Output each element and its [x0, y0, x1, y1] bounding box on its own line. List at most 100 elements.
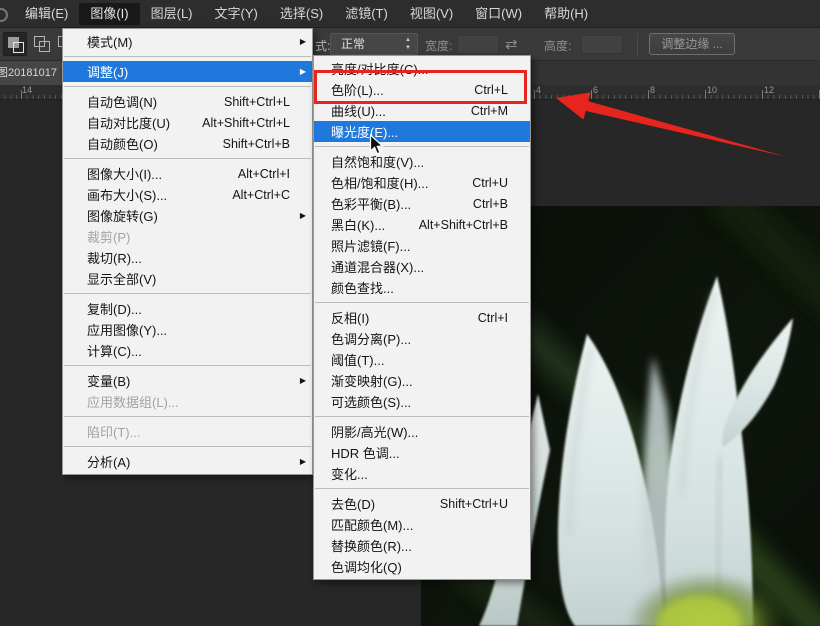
menu-item-label: 黑白(K)... — [331, 215, 385, 234]
select-arrows-icon: ▲▼ — [405, 36, 411, 52]
refine-edge-button[interactable]: 调整边缘 ... — [649, 33, 735, 55]
menu-item-label: 通道混合器(X)... — [331, 257, 424, 276]
ruler-number: 14 — [22, 85, 32, 95]
photoshop-window: 编辑(E) 图像(I) 图层(L) 文字(Y) 选择(S) 滤镜(T) 视图(V… — [0, 0, 820, 626]
menu-separator — [315, 302, 529, 303]
menu-item[interactable]: 阴影/高光(W)... — [314, 421, 530, 442]
menubar-item[interactable]: 文字(Y) — [204, 3, 269, 25]
menu-item[interactable]: 曝光度(E)... — [314, 121, 530, 142]
menu-item-label: 匹配颜色(M)... — [331, 515, 413, 534]
menu-item[interactable]: 自然饱和度(V)... — [314, 151, 530, 172]
menu-item[interactable]: 阈值(T)... — [314, 349, 530, 370]
menubar-item-label: 滤镜(T) — [345, 6, 388, 21]
menu-item-label: 分析(A) — [87, 452, 130, 471]
adjustments-submenu: 亮度/对比度(C)... 色阶(L)... Ctrl+L 曲线(U)... Ct… — [313, 55, 531, 580]
menu-item-shortcut: Shift+Ctrl+U — [440, 497, 513, 511]
new-selection-icon[interactable] — [3, 32, 27, 56]
menu-item[interactable]: 黑白(K)... Alt+Shift+Ctrl+B — [314, 214, 530, 235]
menubar-item[interactable]: 滤镜(T) — [334, 3, 399, 25]
menu-item-label: 计算(C)... — [87, 341, 142, 360]
menu-separator — [315, 488, 529, 489]
menu-item[interactable]: 显示全部(V) — [63, 268, 312, 289]
menubar-item[interactable]: 视图(V) — [399, 3, 464, 25]
submenu-arrow-icon: ▶ — [295, 211, 306, 220]
menu-item[interactable]: 模式(M) ▶ — [63, 31, 312, 52]
menu-item[interactable]: HDR 色调... — [314, 442, 530, 463]
menu-item-label: 照片滤镜(F)... — [331, 236, 410, 255]
height-input[interactable] — [581, 35, 623, 54]
swap-width-height-icon[interactable]: ⇄ — [505, 35, 518, 53]
menu-item[interactable]: 反相(I) Ctrl+I — [314, 307, 530, 328]
menubar-item[interactable]: 图层(L) — [140, 3, 204, 25]
menu-item[interactable]: 替换颜色(R)... — [314, 535, 530, 556]
menubar-item[interactable]: 选择(S) — [269, 3, 334, 25]
mouse-cursor-icon — [369, 134, 384, 156]
menu-item-label: 陷印(T)... — [87, 422, 140, 441]
style-select[interactable]: 正常 ▲▼ — [330, 33, 418, 55]
menu-item[interactable]: 应用数据组(L)... — [63, 391, 312, 412]
add-to-selection-icon[interactable] — [30, 32, 54, 56]
menubar: 编辑(E) 图像(I) 图层(L) 文字(Y) 选择(S) 滤镜(T) 视图(V… — [0, 0, 820, 28]
menu-item[interactable]: 色相/饱和度(H)... Ctrl+U — [314, 172, 530, 193]
menu-item[interactable]: 变量(B) ▶ — [63, 370, 312, 391]
menu-item-label: 显示全部(V) — [87, 269, 156, 288]
menu-item[interactable]: 照片滤镜(F)... — [314, 235, 530, 256]
menu-item[interactable]: 色彩平衡(B)... Ctrl+B — [314, 193, 530, 214]
menu-separator — [64, 86, 311, 87]
menubar-item-label: 文字(Y) — [215, 6, 258, 21]
document-tab[interactable]: 图20181017 — [0, 61, 62, 85]
menu-item[interactable]: 裁剪(P) — [63, 226, 312, 247]
menu-item[interactable]: 画布大小(S)... Alt+Ctrl+C — [63, 184, 312, 205]
menu-item-label: 裁切(R)... — [87, 248, 142, 267]
menu-item[interactable]: 匹配颜色(M)... — [314, 514, 530, 535]
menubar-item[interactable]: 编辑(E) — [14, 3, 79, 25]
menu-item-label: 应用图像(Y)... — [87, 320, 167, 339]
annotation-red-box — [314, 70, 527, 104]
menu-item-label: 图像大小(I)... — [87, 164, 162, 183]
menu-item-shortcut: Shift+Ctrl+L — [224, 95, 295, 109]
menu-item-shortcut: Ctrl+M — [471, 104, 513, 118]
menu-item[interactable]: 调整(J) ▶ — [63, 61, 312, 82]
menu-item[interactable]: 色调分离(P)... — [314, 328, 530, 349]
height-label: 高度: — [544, 37, 571, 54]
menubar-item-label: 选择(S) — [280, 6, 323, 21]
menu-item-shortcut: Ctrl+B — [473, 197, 513, 211]
width-input[interactable] — [457, 35, 499, 54]
menu-item-label: 颜色查找... — [331, 278, 394, 297]
menu-item[interactable]: 分析(A) ▶ — [63, 451, 312, 472]
menu-item-label: 裁剪(P) — [87, 227, 130, 246]
menu-item[interactable]: 去色(D) Shift+Ctrl+U — [314, 493, 530, 514]
menu-item[interactable]: 颜色查找... — [314, 277, 530, 298]
menu-item[interactable]: 可选颜色(S)... — [314, 391, 530, 412]
menubar-item-label: 图像(I) — [90, 6, 128, 21]
width-label: 宽度: — [425, 37, 452, 54]
app-icon-fragment — [0, 8, 8, 22]
menu-item[interactable]: 图像大小(I)... Alt+Ctrl+I — [63, 163, 312, 184]
style-label: 式: — [315, 37, 330, 54]
menu-item[interactable]: 自动对比度(U) Alt+Shift+Ctrl+L — [63, 112, 312, 133]
menu-item[interactable]: 图像旋转(G) ▶ — [63, 205, 312, 226]
menu-item-shortcut: Shift+Ctrl+B — [223, 137, 295, 151]
menubar-item[interactable]: 图像(I) — [79, 3, 139, 25]
menu-item[interactable]: 复制(D)... — [63, 298, 312, 319]
menu-item[interactable]: 自动色调(N) Shift+Ctrl+L — [63, 91, 312, 112]
menu-separator — [64, 293, 311, 294]
menubar-item[interactable]: 帮助(H) — [533, 3, 599, 25]
menu-item[interactable]: 色调均化(Q) — [314, 556, 530, 577]
menubar-item[interactable]: 窗口(W) — [464, 3, 533, 25]
menu-item-label: 色调均化(Q) — [331, 557, 402, 576]
menu-item[interactable]: 自动颜色(O) Shift+Ctrl+B — [63, 133, 312, 154]
menu-item[interactable]: 计算(C)... — [63, 340, 312, 361]
annotation-red-arrow — [530, 80, 810, 170]
menubar-item-label: 窗口(W) — [475, 6, 522, 21]
menu-item-label: 阴影/高光(W)... — [331, 422, 418, 441]
menu-item[interactable]: 裁切(R)... — [63, 247, 312, 268]
menu-item[interactable]: 渐变映射(G)... — [314, 370, 530, 391]
menu-separator — [315, 146, 529, 147]
menu-item[interactable]: 陷印(T)... — [63, 421, 312, 442]
menu-item[interactable]: 应用图像(Y)... — [63, 319, 312, 340]
menu-item[interactable]: 通道混合器(X)... — [314, 256, 530, 277]
menu-item-label: 复制(D)... — [87, 299, 142, 318]
menu-item[interactable]: 变化... — [314, 463, 530, 484]
menu-item-shortcut: Ctrl+U — [472, 176, 513, 190]
